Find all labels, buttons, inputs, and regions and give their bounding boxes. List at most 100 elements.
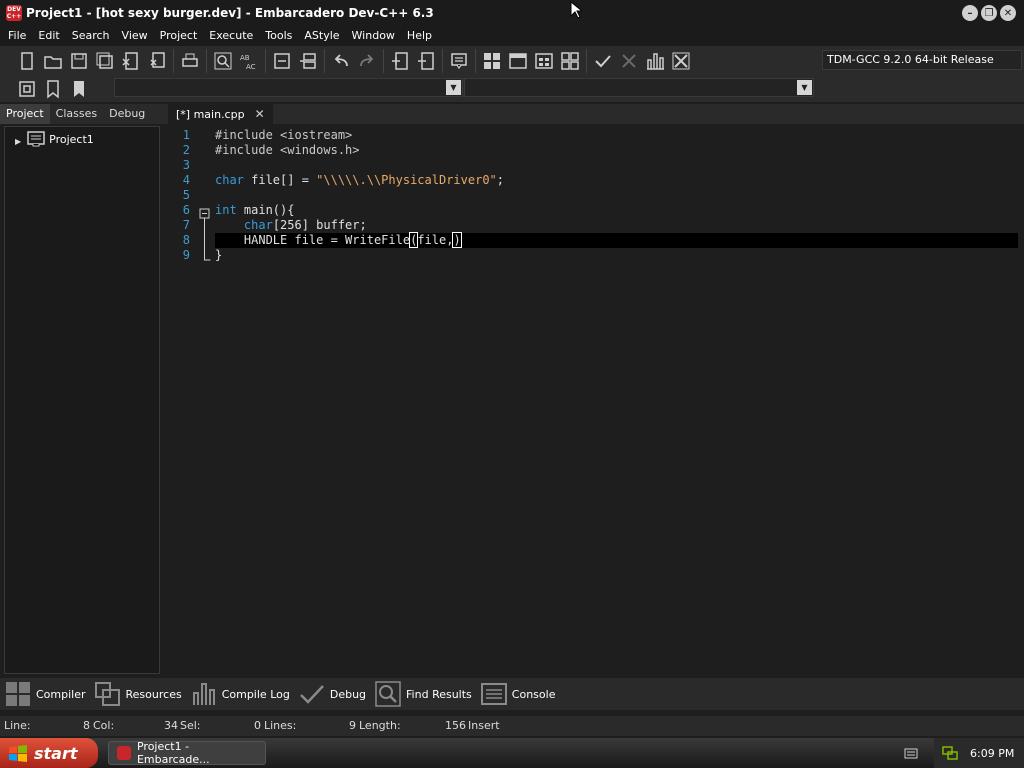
close-icon[interactable]: ✕ <box>1000 5 1016 21</box>
minimize-icon[interactable]: – <box>962 5 978 21</box>
devcpp-app-icon[interactable]: DEV C++ <box>6 5 22 21</box>
expand-arrow-icon[interactable]: ▶ <box>15 137 21 146</box>
menu-execute[interactable]: Execute <box>203 26 259 46</box>
status-sel-label: Sel: <box>180 719 201 732</box>
start-button[interactable]: start <box>0 738 98 768</box>
find-icon[interactable] <box>210 48 236 74</box>
code-token: ; <box>496 173 505 187</box>
delete-profile-icon[interactable] <box>668 48 694 74</box>
menu-search[interactable]: Search <box>66 26 116 46</box>
indent-icon[interactable] <box>269 48 295 74</box>
tab-debug-output[interactable]: Debug <box>298 681 366 707</box>
code-line[interactable]: HANDLE file = WriteFile(file,) <box>215 232 1018 248</box>
title-bar: DEV C++ Project1 - [hot sexy burger.dev]… <box>0 0 1024 26</box>
left-panel-tabs: Project Classes Debug <box>0 104 166 124</box>
window-title: Project1 - [hot sexy burger.dev] - Embar… <box>26 6 434 20</box>
tab-project[interactable]: Project <box>0 104 50 124</box>
tab-label: [*] main.cpp <box>176 107 245 121</box>
tab-compile-log[interactable]: Compile Log <box>190 681 290 707</box>
tab-debug[interactable]: Debug <box>103 104 151 124</box>
project-tree: ▶ Project1 <box>4 126 160 674</box>
toolbar-separator <box>265 49 266 73</box>
restore-icon[interactable]: ❐ <box>981 5 997 21</box>
code-line[interactable]: char file[] = "\\\\\.\\PhysicalDriver0"; <box>215 173 1018 188</box>
toolbar-separator <box>383 49 384 73</box>
menu-astyle[interactable]: AStyle <box>298 26 345 46</box>
menu-tools[interactable]: Tools <box>259 26 298 46</box>
redo-icon[interactable] <box>354 48 380 74</box>
keyboard-icon[interactable] <box>904 746 918 760</box>
debug-check-icon[interactable] <box>590 48 616 74</box>
close-all-icon[interactable] <box>144 48 170 74</box>
code-area[interactable]: #include <iostream> #include <windows.h> c… <box>215 128 1018 263</box>
line-number: 2 <box>182 143 190 157</box>
tab-main-cpp[interactable]: [*] main.cpp ✕ <box>168 104 273 124</box>
code-line[interactable] <box>215 158 1018 173</box>
chevron-down-icon[interactable]: ▼ <box>446 80 461 95</box>
undo-icon[interactable] <box>328 48 354 74</box>
menu-project[interactable]: Project <box>154 26 204 46</box>
compiler-select[interactable]: TDM-GCC 9.2.0 64-bit Release <box>822 50 1022 70</box>
project-options-icon[interactable] <box>446 48 472 74</box>
line-number: 6 <box>182 203 190 217</box>
code-line[interactable]: int main(){ <box>215 203 1018 218</box>
save-all-icon[interactable] <box>92 48 118 74</box>
project-icon <box>27 131 45 147</box>
code-token: file[] = <box>243 173 317 187</box>
save-icon[interactable] <box>66 48 92 74</box>
menu-file[interactable]: File <box>2 26 32 46</box>
compile-icon[interactable] <box>479 48 505 74</box>
code-line[interactable] <box>215 188 1018 203</box>
code-editor[interactable]: 123456789 #include <iostream> #include <w… <box>168 124 1020 676</box>
line-number: 9 <box>182 248 190 262</box>
tab-classes[interactable]: Classes <box>50 104 103 124</box>
menu-view[interactable]: View <box>116 26 154 46</box>
close-file-icon[interactable] <box>118 48 144 74</box>
menu-help[interactable]: Help <box>401 26 438 46</box>
menu-edit[interactable]: Edit <box>32 26 65 46</box>
tab-find-results[interactable]: Find Results <box>374 681 472 707</box>
compile-run-icon[interactable] <box>531 48 557 74</box>
function-combo[interactable]: ▼ <box>464 78 814 97</box>
tree-item-project1[interactable]: ▶ Project1 <box>15 131 94 147</box>
new-project-icon[interactable] <box>387 48 413 74</box>
new-file-icon[interactable] <box>14 48 40 74</box>
toggle-bookmark-icon[interactable] <box>40 76 66 102</box>
code-line[interactable]: } <box>215 248 1018 263</box>
system-tray: 6:09 PM <box>934 738 1024 768</box>
replace-icon[interactable]: AB AC <box>236 48 262 74</box>
menu-window[interactable]: Window <box>346 26 401 46</box>
compile-log-chart-icon <box>192 683 215 705</box>
unindent-icon[interactable] <box>295 48 321 74</box>
rebuild-all-icon[interactable] <box>557 48 583 74</box>
code-token: int <box>215 203 237 217</box>
tab-resources[interactable]: Resources <box>94 681 182 707</box>
class-combo[interactable]: ▼ <box>114 78 463 97</box>
code-line[interactable]: #include <windows.h> <box>215 143 1018 158</box>
tab-console[interactable]: Console <box>480 681 556 707</box>
close-tab-icon[interactable]: ✕ <box>255 107 265 121</box>
clock[interactable]: 6:09 PM <box>970 747 1014 760</box>
code-token: #include <iostream> <box>215 128 353 142</box>
goto-line-icon[interactable] <box>14 76 40 102</box>
taskbar-window-button[interactable]: Project1 - Embarcade... <box>108 740 266 766</box>
tab-label: Console <box>511 687 556 701</box>
code-line[interactable]: #include <iostream> <box>215 128 1018 143</box>
windows-logo-icon <box>9 745 27 762</box>
profile-chart-icon[interactable] <box>642 48 668 74</box>
stop-execution-icon[interactable] <box>616 48 642 74</box>
remove-project-icon[interactable] <box>413 48 439 74</box>
code-line[interactable]: char[256] buffer; <box>215 218 1018 233</box>
line-number: 5 <box>182 188 190 202</box>
network-icon[interactable] <box>942 745 958 761</box>
console-icon <box>480 683 507 705</box>
open-folder-icon[interactable] <box>40 48 66 74</box>
line-number: 7 <box>182 218 190 232</box>
print-icon[interactable] <box>177 48 203 74</box>
run-icon[interactable] <box>505 48 531 74</box>
goto-bookmark-icon[interactable] <box>66 76 92 102</box>
code-token: [256] buffer; <box>272 218 367 232</box>
tab-compiler[interactable]: Compiler <box>4 681 86 707</box>
chevron-down-icon[interactable]: ▼ <box>797 80 812 95</box>
taskbar-window-label: Project1 - Embarcade... <box>136 740 210 766</box>
